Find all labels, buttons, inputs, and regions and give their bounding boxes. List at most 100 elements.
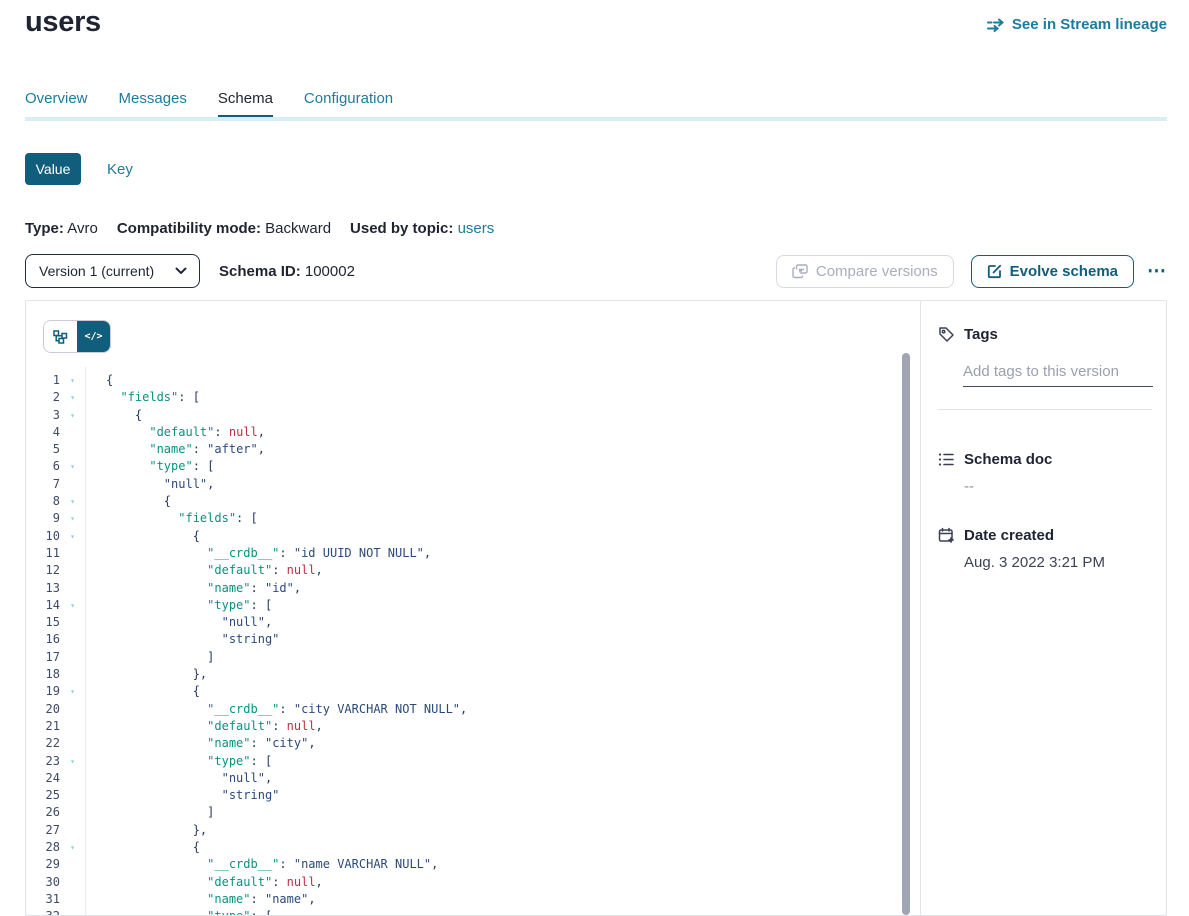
code-text: "type": [: [85, 754, 272, 768]
code-text: "default": null,: [85, 719, 323, 733]
code-text: "null",: [85, 771, 272, 785]
version-select-value: Version 1 (current): [39, 263, 154, 279]
date-created-heading: Date created: [938, 527, 1150, 544]
code-line: 9▾ "fields": [: [26, 510, 900, 527]
code-text: {: [85, 373, 113, 387]
schema-id-label: Schema ID:: [219, 263, 301, 280]
calendar-plus-icon: [938, 527, 955, 544]
fold-toggle-icon[interactable]: ▾: [60, 528, 85, 545]
compat-value: Backward: [265, 220, 331, 237]
code-line: 13 "name": "id",: [26, 580, 900, 597]
line-number: 1: [26, 372, 60, 389]
code-text: "__crdb__": "city VARCHAR NOT NULL",: [85, 702, 467, 716]
evolve-schema-label: Evolve schema: [1010, 263, 1118, 280]
line-number: 26: [26, 804, 60, 821]
fold-toggle-icon[interactable]: ▾: [60, 839, 85, 856]
list-icon: [938, 451, 955, 468]
code-line: 12 "default": null,: [26, 562, 900, 579]
line-number: 32: [26, 908, 60, 915]
code-text: ]: [85, 805, 214, 819]
line-number: 28: [26, 839, 60, 856]
code-line: 23▾ "type": [: [26, 753, 900, 770]
schema-code-region: </> 1▾{2▾ "fields": [3▾ {4 "default": nu…: [26, 301, 921, 915]
fold-toggle-icon[interactable]: ▾: [60, 389, 85, 406]
code-text: "default": null,: [85, 425, 265, 439]
code-view-toggle[interactable]: </>: [77, 321, 110, 352]
code-line: 7 "null",: [26, 476, 900, 493]
fold-toggle-icon[interactable]: ▾: [60, 908, 85, 915]
code-line: 11 "__crdb__": "id UUID NOT NULL",: [26, 545, 900, 562]
line-number: 17: [26, 649, 60, 666]
code-text: "__crdb__": "name VARCHAR NULL",: [85, 857, 438, 871]
tab-configuration[interactable]: Configuration: [304, 90, 393, 115]
code-line: 25 "string": [26, 787, 900, 804]
code-line: 28▾ {: [26, 839, 900, 856]
tab-overview[interactable]: Overview: [25, 90, 88, 115]
compare-versions-label: Compare versions: [816, 263, 938, 280]
fold-toggle-icon[interactable]: ▾: [60, 372, 85, 389]
code-text: "null",: [85, 615, 272, 629]
topic-field: Used by topic: users: [350, 220, 494, 237]
tab-messages[interactable]: Messages: [119, 90, 187, 115]
code-text: {: [85, 494, 171, 508]
date-created-value: Aug. 3 2022 3:21 PM: [964, 554, 1150, 571]
line-number: 29: [26, 856, 60, 873]
line-number: 13: [26, 580, 60, 597]
compare-icon: [792, 264, 808, 279]
more-options-button[interactable]: ⋯: [1147, 262, 1167, 281]
code-text: "null",: [85, 477, 214, 491]
fold-toggle-icon[interactable]: ▾: [60, 493, 85, 510]
code-text: "name": "city",: [85, 736, 316, 750]
line-number: 6: [26, 458, 60, 475]
line-number: 11: [26, 545, 60, 562]
line-number: 22: [26, 735, 60, 752]
fold-toggle-icon[interactable]: ▾: [60, 683, 85, 700]
fold-toggle-icon[interactable]: ▾: [60, 407, 85, 424]
fold-toggle-icon[interactable]: ▾: [60, 753, 85, 770]
version-select[interactable]: Version 1 (current): [25, 254, 200, 288]
schema-id-value: 100002: [305, 263, 355, 280]
tags-heading-label: Tags: [964, 326, 998, 343]
tree-view-toggle[interactable]: [44, 321, 77, 352]
code-line: 2▾ "fields": [: [26, 389, 900, 406]
tab-underline-track: [25, 117, 1167, 121]
code-text: {: [85, 408, 142, 422]
tab-schema[interactable]: Schema: [218, 90, 273, 115]
add-tags-input[interactable]: [963, 363, 1153, 387]
view-mode-toggle: </>: [43, 320, 111, 353]
edit-icon: [987, 264, 1002, 279]
code-text: {: [85, 529, 200, 543]
code-text: {: [85, 840, 200, 854]
see-in-stream-lineage-link[interactable]: See in Stream lineage: [987, 16, 1167, 33]
compare-versions-button[interactable]: Compare versions: [776, 255, 954, 288]
page-title: users: [25, 6, 101, 39]
code-line: 24 "null",: [26, 770, 900, 787]
evolve-schema-button[interactable]: Evolve schema: [971, 255, 1134, 288]
tab-bar: Overview Messages Schema Configuration: [25, 90, 393, 115]
fold-toggle-icon[interactable]: ▾: [60, 597, 85, 614]
code-line: 20 "__crdb__": "city VARCHAR NOT NULL",: [26, 701, 900, 718]
type-label: Type:: [25, 220, 64, 237]
date-created-heading-label: Date created: [964, 527, 1054, 544]
value-toggle-button[interactable]: Value: [25, 153, 81, 185]
code-line: 19▾ {: [26, 683, 900, 700]
fold-toggle-icon[interactable]: ▾: [60, 510, 85, 527]
code-text: "string": [85, 788, 279, 802]
line-number: 24: [26, 770, 60, 787]
code-line: 16 "string": [26, 631, 900, 648]
key-toggle-button[interactable]: Key: [107, 161, 133, 178]
type-field: Type: Avro: [25, 220, 98, 237]
vertical-scrollbar[interactable]: [902, 353, 910, 915]
schema-sidebar: Tags Schema doc -- Date created: [922, 301, 1166, 915]
line-number: 2: [26, 389, 60, 406]
controls-row: Version 1 (current) Schema ID: 100002 Co…: [25, 254, 1167, 288]
code-text: "fields": [: [85, 390, 200, 404]
topic-link[interactable]: users: [458, 220, 495, 237]
code-text: "type": [: [85, 909, 272, 915]
compat-field: Compatibility mode: Backward: [117, 220, 331, 237]
code-line: 29 "__crdb__": "name VARCHAR NULL",: [26, 856, 900, 873]
fold-toggle-icon[interactable]: ▾: [60, 458, 85, 475]
line-number: 30: [26, 874, 60, 891]
code-line: 15 "null",: [26, 614, 900, 631]
code-view-icon: </>: [84, 331, 102, 342]
